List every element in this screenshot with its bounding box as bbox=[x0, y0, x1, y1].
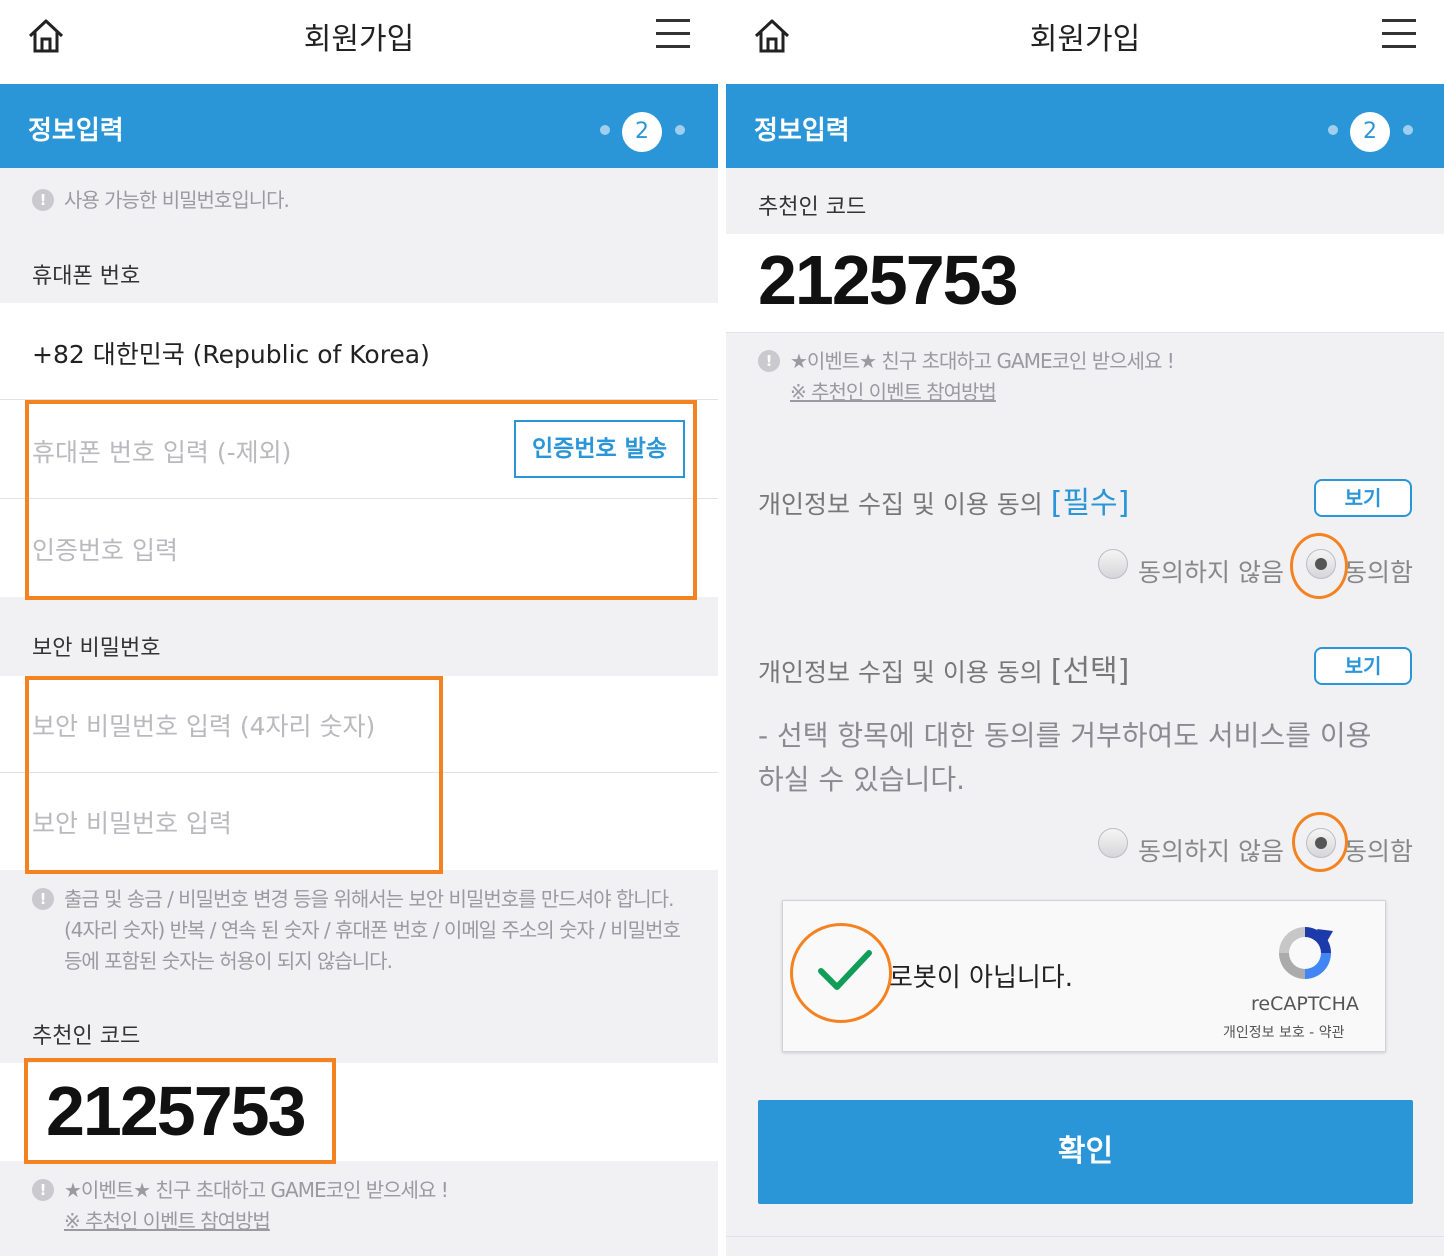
section-header: 정보입력 bbox=[0, 84, 718, 168]
recaptcha-links: 개인정보 보호 - 약관 bbox=[1223, 1022, 1344, 1042]
code-input-row: 인증번호 입력 bbox=[0, 499, 718, 597]
recaptcha-widget: 로봇이 아닙니다. reCAPTCHA 개인정보 보호 - 약관 bbox=[782, 900, 1386, 1052]
phone-input[interactable]: 휴대폰 번호 입력 (-제외) bbox=[32, 433, 291, 469]
optional-agree-radio[interactable] bbox=[1306, 828, 1336, 858]
panel-gutter bbox=[718, 0, 726, 1256]
top-bar: 회원가입 bbox=[726, 0, 1444, 84]
view-required-terms-button[interactable]: 보기 bbox=[1314, 479, 1412, 517]
info-icon: ! bbox=[758, 350, 780, 372]
event-link[interactable]: ※ 추천인 이벤트 참여방법 bbox=[790, 377, 1174, 408]
optional-tag: [선택] bbox=[1050, 654, 1130, 689]
required-disagree-radio[interactable] bbox=[1098, 549, 1128, 579]
divider bbox=[726, 1236, 1444, 1237]
send-code-button[interactable]: 인증번호 발송 bbox=[514, 420, 685, 478]
security-note-line: (4자리 숫자) 반복 / 연속 된 숫자 / 휴대폰 번호 / 이메일 주소의… bbox=[64, 918, 681, 942]
verification-code-input[interactable]: 인증번호 입력 bbox=[32, 531, 178, 567]
pin-input-row: 보안 비밀번호 입력 (4자리 숫자) bbox=[0, 676, 718, 772]
referral-code-value: 2125753 bbox=[758, 241, 1019, 319]
optional-description-line: - 선택 항목에 대한 동의를 거부하여도 서비스를 이용 bbox=[758, 719, 1372, 752]
consent-optional-text: 개인정보 수집 및 이용 동의 bbox=[758, 658, 1051, 687]
hamburger-menu-icon[interactable] bbox=[1382, 18, 1416, 50]
event-link[interactable]: ※ 추천인 이벤트 참여방법 bbox=[64, 1206, 448, 1237]
consent-optional-label: 개인정보 수집 및 이용 동의 [선택] bbox=[758, 646, 1129, 690]
event-note: ★이벤트★ 친구 초대하고 GAME코인 받으세요 ! ※ 추천인 이벤트 참여… bbox=[64, 1175, 449, 1237]
step-dot-next bbox=[675, 125, 685, 135]
step-indicator: 2 bbox=[622, 112, 662, 152]
right-screen: 회원가입 정보입력 2 추천인 코드 2125753 ! ★이벤트★ 친구 초대… bbox=[726, 0, 1444, 1256]
optional-description: - 선택 항목에 대한 동의를 거부하여도 서비스를 이용 하실 수 있습니다. bbox=[758, 714, 1371, 802]
country-select[interactable]: +82 대한민국 (Republic of Korea) bbox=[0, 303, 718, 399]
step-dot-prev bbox=[600, 125, 610, 135]
country-value: +82 대한민국 (Republic of Korea) bbox=[32, 340, 430, 369]
consent-required-label: 개인정보 수집 및 이용 동의 [필수] bbox=[758, 478, 1129, 522]
optional-agree-label[interactable]: 동의함 bbox=[1344, 832, 1413, 868]
recaptcha-terms-link[interactable]: 약관 bbox=[1319, 1025, 1345, 1041]
step-dot-next bbox=[1403, 125, 1413, 135]
event-note-text: ★이벤트★ 친구 초대하고 GAME코인 받으세요 ! bbox=[790, 349, 1175, 373]
phone-section-title: 휴대폰 번호 bbox=[32, 264, 141, 289]
pin-confirm-row: 보안 비밀번호 입력 bbox=[0, 773, 718, 870]
divider bbox=[726, 332, 1444, 333]
info-icon: ! bbox=[32, 189, 54, 211]
top-bar: 회원가입 bbox=[0, 0, 718, 84]
view-optional-terms-button[interactable]: 보기 bbox=[1314, 647, 1412, 685]
phone-input-row: 휴대폰 번호 입력 (-제외) 인증번호 발송 bbox=[0, 400, 718, 498]
section-title: 정보입력 bbox=[754, 116, 850, 146]
optional-disagree-radio[interactable] bbox=[1098, 828, 1128, 858]
recaptcha-privacy-link[interactable]: 개인정보 보호 bbox=[1223, 1025, 1305, 1041]
left-screen: 회원가입 정보입력 2 ! 사용 가능한 비밀번호입니다. 휴대폰 번호 +82… bbox=[0, 0, 718, 1256]
confirm-button[interactable]: 확인 bbox=[758, 1100, 1413, 1204]
recaptcha-brand: reCAPTCHA bbox=[1251, 993, 1359, 1015]
info-icon: ! bbox=[32, 888, 54, 910]
recaptcha-separator: - bbox=[1304, 1025, 1319, 1041]
event-note: ★이벤트★ 친구 초대하고 GAME코인 받으세요 ! ※ 추천인 이벤트 참여… bbox=[790, 346, 1175, 408]
required-agree-label[interactable]: 동의함 bbox=[1344, 553, 1413, 589]
page-title: 회원가입 bbox=[303, 22, 415, 57]
security-section-title: 보안 비밀번호 bbox=[32, 636, 161, 661]
security-pin-confirm-input[interactable]: 보안 비밀번호 입력 bbox=[32, 804, 232, 840]
page-title: 회원가입 bbox=[1029, 22, 1141, 57]
consent-required-text: 개인정보 수집 및 이용 동의 bbox=[758, 490, 1051, 519]
event-note-text: ★이벤트★ 친구 초대하고 GAME코인 받으세요 ! bbox=[64, 1178, 449, 1202]
referral-section-title: 추천인 코드 bbox=[32, 1024, 141, 1049]
optional-disagree-label[interactable]: 동의하지 않음 bbox=[1138, 832, 1284, 868]
required-agree-radio[interactable] bbox=[1306, 549, 1336, 579]
checkmark-icon[interactable] bbox=[815, 945, 875, 995]
security-note-line: 출금 및 송금 / 비밀번호 변경 등을 위해서는 보안 비밀번호를 만드셔야 … bbox=[64, 887, 674, 911]
security-pin-input[interactable]: 보안 비밀번호 입력 (4자리 숫자) bbox=[32, 707, 375, 743]
required-disagree-label[interactable]: 동의하지 않음 bbox=[1138, 553, 1284, 589]
step-indicator: 2 bbox=[1350, 112, 1390, 152]
required-tag: [필수] bbox=[1050, 486, 1130, 521]
info-icon: ! bbox=[32, 1179, 54, 1201]
password-valid-note: 사용 가능한 비밀번호입니다. bbox=[64, 188, 290, 212]
hamburger-menu-icon[interactable] bbox=[656, 18, 690, 50]
section-title: 정보입력 bbox=[28, 116, 124, 146]
referral-section-title: 추천인 코드 bbox=[758, 195, 867, 220]
recaptcha-label: 로봇이 아닙니다. bbox=[889, 963, 1073, 993]
referral-code-value: 2125753 bbox=[46, 1072, 307, 1150]
optional-description-line: 하실 수 있습니다. bbox=[758, 763, 966, 796]
security-note: 출금 및 송금 / 비밀번호 변경 등을 위해서는 보안 비밀번호를 만드셔야 … bbox=[64, 884, 681, 977]
referral-input-row[interactable]: 2125753 bbox=[726, 234, 1444, 332]
security-note-line: 등에 포함된 숫자는 허용이 되지 않습니다. bbox=[64, 949, 393, 973]
recaptcha-logo-icon bbox=[1279, 927, 1333, 979]
referral-input-row[interactable]: 2125753 bbox=[0, 1063, 718, 1161]
step-dot-prev bbox=[1328, 125, 1338, 135]
